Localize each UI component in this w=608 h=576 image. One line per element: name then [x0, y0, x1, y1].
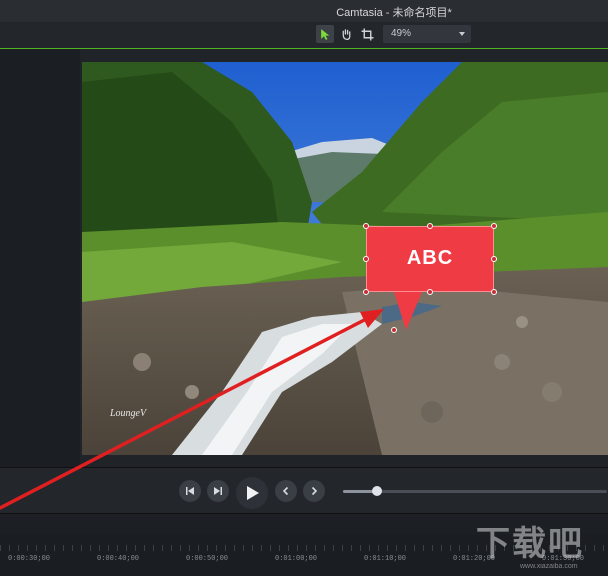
- step-forward-icon: [214, 487, 222, 495]
- ruler-label: 0:00:50;00: [186, 555, 229, 563]
- video-preview[interactable]: [82, 62, 608, 455]
- chevron-left-icon: [282, 486, 289, 496]
- resize-handle[interactable]: [363, 256, 369, 262]
- chevron-right-icon: [311, 486, 318, 496]
- video-watermark: LoungeV: [110, 408, 147, 419]
- video-frame-image: [82, 62, 608, 455]
- resize-handle[interactable]: [491, 256, 497, 262]
- callout-tail[interactable]: [394, 292, 422, 330]
- step-back-icon: [186, 487, 194, 495]
- play-button[interactable]: [236, 477, 268, 509]
- callout-tail-handle[interactable]: [391, 327, 397, 333]
- ruler-label: 0:01:10;00: [364, 555, 407, 563]
- resize-handle[interactable]: [491, 223, 497, 229]
- ruler-label: 0:00:40;00: [97, 555, 140, 563]
- zoom-dropdown[interactable]: 49%: [383, 25, 471, 43]
- window-title: Camtasia - 未命名项目*: [336, 7, 452, 19]
- previous-marker-button[interactable]: [275, 480, 297, 502]
- ruler-label: 0:01:00;00: [275, 555, 318, 563]
- canvas-toolbar: 49%: [0, 22, 608, 49]
- crop-tool-button[interactable]: [358, 25, 376, 43]
- title-bar: Camtasia - 未命名项目*: [0, 0, 608, 22]
- resize-handle[interactable]: [491, 289, 497, 295]
- callout-text[interactable]: ABC: [367, 247, 493, 270]
- site-watermark: 下载吧: [476, 525, 584, 563]
- pan-tool-button[interactable]: [337, 25, 355, 43]
- hand-icon: [342, 28, 350, 40]
- resize-handle[interactable]: [363, 223, 369, 229]
- select-tool-button[interactable]: [316, 25, 334, 43]
- left-panel: [0, 49, 80, 467]
- volume-slider-knob[interactable]: [372, 486, 383, 496]
- step-forward-button[interactable]: [207, 480, 229, 502]
- next-marker-button[interactable]: [303, 480, 325, 502]
- resize-handle[interactable]: [427, 223, 433, 229]
- callout-shape[interactable]: ABC: [366, 226, 494, 292]
- resize-handle[interactable]: [427, 289, 433, 295]
- cursor-arrow-icon: [320, 28, 329, 40]
- ruler-label: 0:00:30;00: [8, 555, 51, 563]
- zoom-value: 49%: [391, 28, 412, 39]
- playback-controls: [0, 467, 608, 514]
- site-watermark-url: www.xiazaiba.com: [520, 563, 578, 570]
- volume-slider[interactable]: [343, 486, 607, 496]
- chevron-down-icon: [459, 32, 465, 36]
- resize-handle[interactable]: [363, 289, 369, 295]
- step-back-button[interactable]: [179, 480, 201, 502]
- play-icon: [247, 486, 259, 500]
- crop-icon: [361, 28, 373, 40]
